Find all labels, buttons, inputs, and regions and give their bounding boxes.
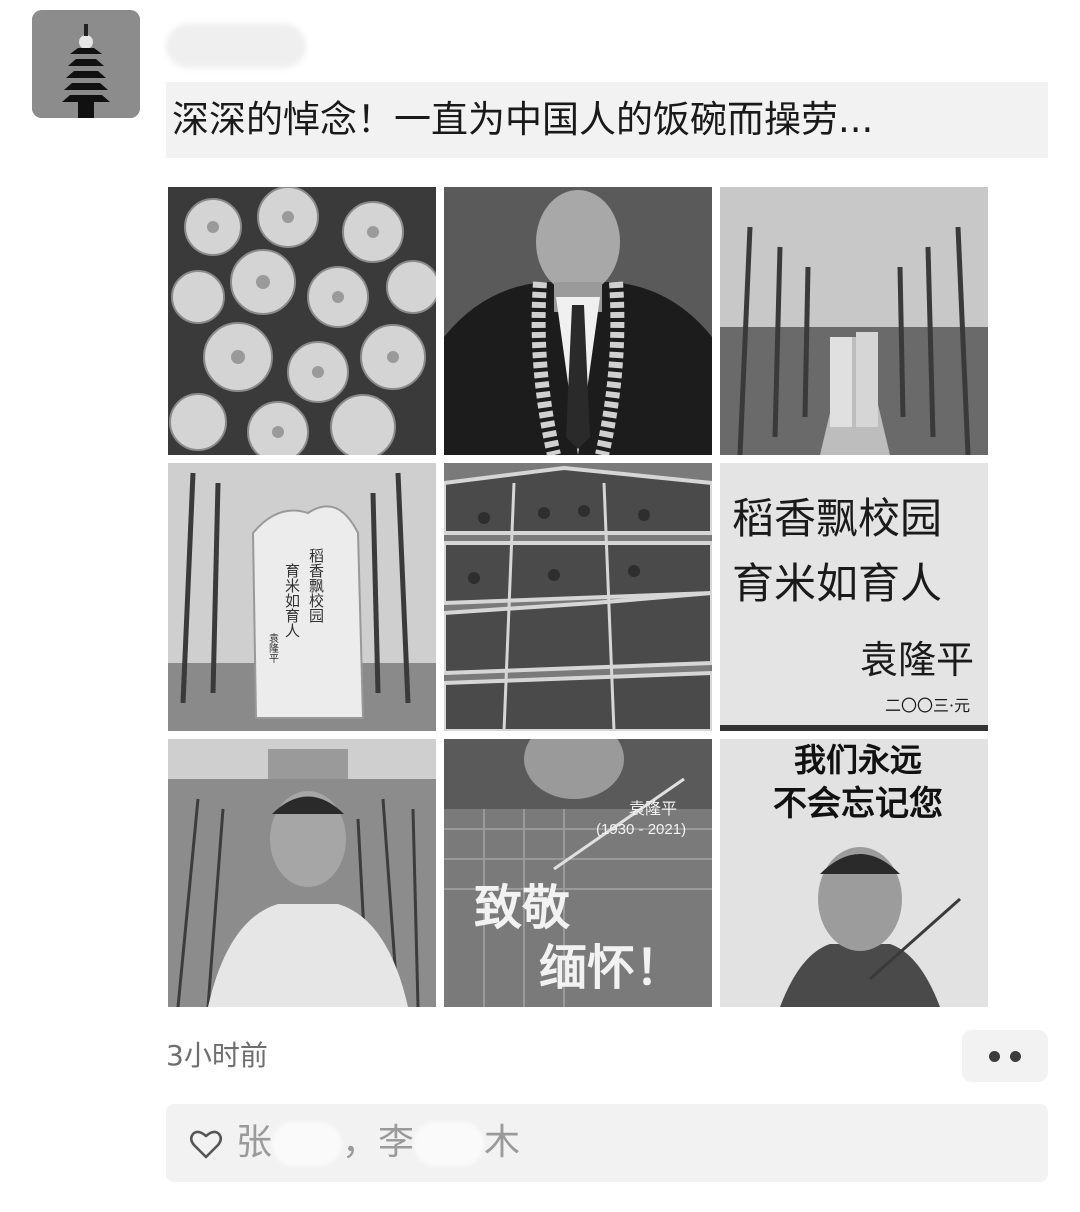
liker-name[interactable]: 李 xyxy=(378,1122,414,1163)
calligraphy-line-1: 稻香飘校园 xyxy=(732,494,942,543)
never-forget-line-2: 不会忘记您 xyxy=(773,785,943,823)
liker-name[interactable]: 木 xyxy=(484,1122,520,1163)
tribute-years: (1930 - 2021) xyxy=(596,821,686,838)
liker-blurred xyxy=(272,1122,343,1166)
pagoda-image xyxy=(32,10,140,118)
image-rice-field-plots[interactable] xyxy=(444,463,712,731)
liker-blurred xyxy=(414,1122,485,1166)
post-text[interactable]: 深深的悼念！一直为中国人的饭碗而操劳... xyxy=(166,82,1048,158)
post-time: 3小时前 xyxy=(166,1039,268,1072)
more-button[interactable] xyxy=(962,1030,1048,1082)
tribute-name: 袁隆平 xyxy=(629,800,677,818)
image-grid: 稻香飘校园 育米如育人 袁隆平 稻香飘校园 育米如育人 袁隆平 二〇〇三·元 袁… xyxy=(168,187,988,1007)
image-stone-monument[interactable]: 稻香飘校园 育米如育人 袁隆平 xyxy=(168,463,436,731)
image-chrysanthemums[interactable] xyxy=(168,187,436,455)
image-calligraphy[interactable]: 稻香飘校园 育米如育人 袁隆平 二〇〇三·元 xyxy=(720,463,988,731)
liker-name[interactable]: 张 xyxy=(236,1122,272,1163)
avatar[interactable] xyxy=(32,10,140,118)
more-dots-icon xyxy=(989,1050,1000,1062)
monument-line-2: 育米如育人 xyxy=(283,563,301,638)
nickname-blurred xyxy=(166,23,306,68)
heart-icon xyxy=(189,1130,223,1159)
nickname[interactable] xyxy=(166,16,306,72)
image-man-in-rice-field[interactable] xyxy=(168,739,436,1007)
tribute-line-1: 致敬 xyxy=(474,882,571,935)
image-portrait-with-medal[interactable] xyxy=(444,187,712,455)
never-forget-line-1: 我们永远 xyxy=(794,742,922,778)
liker-separator: ， xyxy=(342,1122,379,1163)
likers-list: 张 ，李 木 xyxy=(236,1120,520,1166)
image-never-forget[interactable]: 我们永远 不会忘记您 xyxy=(720,739,988,1007)
monument-line-1: 稻香飘校园 xyxy=(307,548,325,623)
calligraphy-line-2: 育米如育人 xyxy=(732,559,942,608)
image-tribute[interactable]: 袁隆平 (1930 - 2021) 致敬 缅怀！ xyxy=(444,739,712,1007)
tribute-line-2: 缅怀！ xyxy=(539,942,683,995)
calligraphy-date: 二〇〇三·元 xyxy=(885,696,970,715)
likes-bar[interactable]: 张 ，李 木 xyxy=(166,1104,1048,1182)
calligraphy-signature: 袁隆平 xyxy=(860,638,974,682)
monument-signature: 袁隆平 xyxy=(267,633,279,664)
image-tree-lined-path[interactable] xyxy=(720,187,988,455)
more-dots-icon xyxy=(1010,1050,1021,1062)
